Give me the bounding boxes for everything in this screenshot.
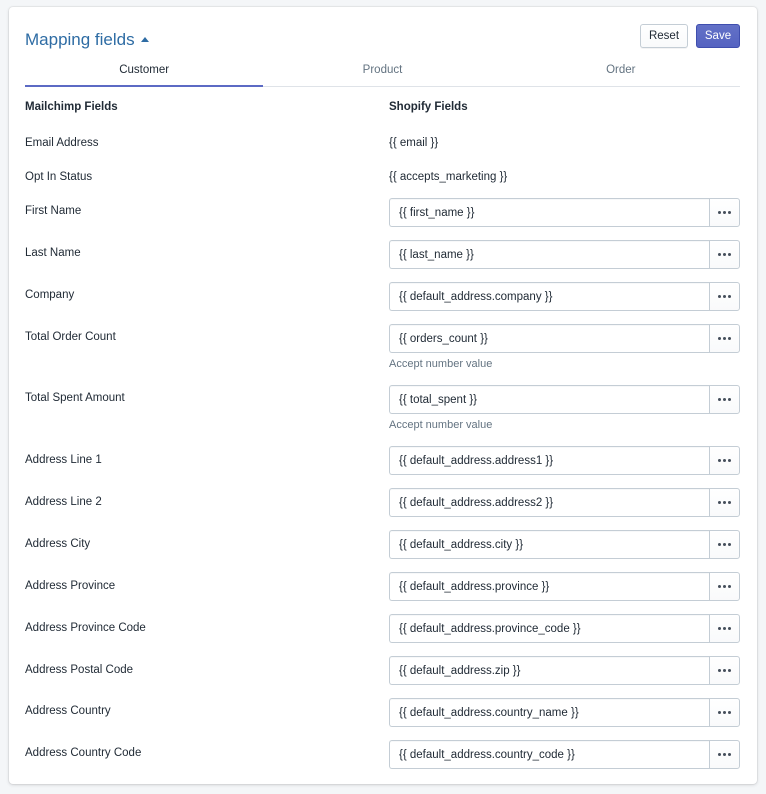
- page-title: Mapping fields: [25, 30, 135, 49]
- total-order-count-hint: Accept number value: [389, 358, 493, 370]
- ellipsis-icon: [718, 711, 731, 714]
- address-province-field: [389, 572, 740, 601]
- ellipsis-icon: [718, 543, 731, 546]
- address-city-input[interactable]: [389, 530, 709, 559]
- row-label-address-postal-code: Address Postal Code: [25, 664, 134, 676]
- total-order-count-options-button[interactable]: [709, 324, 740, 353]
- address-country-field: [389, 698, 740, 727]
- total-order-count-field: [389, 324, 740, 353]
- ellipsis-icon: [718, 211, 731, 214]
- row-label-address-city: Address City: [25, 538, 91, 550]
- row-label-first-name: First Name: [25, 205, 82, 217]
- ellipsis-icon: [718, 295, 731, 298]
- opt-in-status-value: {{ accepts_marketing }}: [389, 171, 508, 183]
- address-province-input[interactable]: [389, 572, 709, 601]
- address-postal-code-options-button[interactable]: [709, 656, 740, 685]
- ellipsis-icon: [718, 501, 731, 504]
- save-button[interactable]: Save: [696, 24, 740, 48]
- first-name-input[interactable]: [389, 198, 709, 227]
- mailchimp-fields-heading: Mailchimp Fields: [25, 101, 118, 113]
- tab-customer[interactable]: Customer: [25, 61, 264, 87]
- row-label-address-country: Address Country: [25, 705, 111, 717]
- caret-up-icon: [140, 36, 149, 42]
- address-line-2-options-button[interactable]: [709, 488, 740, 517]
- address-province-code-input[interactable]: [389, 614, 709, 643]
- row-label-address-line-2: Address Line 2: [25, 496, 102, 508]
- address-province-options-button[interactable]: [709, 572, 740, 601]
- company-field: [389, 282, 740, 311]
- row-label-last-name: Last Name: [25, 247, 81, 259]
- email-value: {{ email }}: [389, 137, 439, 149]
- ellipsis-icon: [718, 585, 731, 588]
- last-name-options-button[interactable]: [709, 240, 740, 269]
- row-label-address-country-code: Address Country Code: [25, 747, 142, 759]
- address-country-input[interactable]: [389, 698, 709, 727]
- tab-order[interactable]: Order: [502, 61, 740, 86]
- total-order-count-input[interactable]: [389, 324, 709, 353]
- address-postal-code-field: [389, 656, 740, 685]
- mapping-fields-card: Mapping fields Reset Save Customer Produ…: [9, 7, 757, 784]
- total-spent-amount-options-button[interactable]: [709, 385, 740, 414]
- row-label-address-line-1: Address Line 1: [25, 454, 102, 466]
- row-label-company: Company: [25, 289, 75, 301]
- address-country-code-input[interactable]: [389, 740, 709, 769]
- company-options-button[interactable]: [709, 282, 740, 311]
- total-spent-amount-field: [389, 385, 740, 414]
- card-header: Mapping fields Reset Save: [25, 23, 740, 49]
- total-spent-amount-input[interactable]: [389, 385, 709, 414]
- row-label-address-province: Address Province: [25, 580, 116, 592]
- ellipsis-icon: [718, 669, 731, 672]
- address-line-2-input[interactable]: [389, 488, 709, 517]
- address-city-field: [389, 530, 740, 559]
- tab-bar: Customer Product Order: [25, 61, 740, 87]
- address-line-1-options-button[interactable]: [709, 446, 740, 475]
- mapping-fields-toggle[interactable]: Mapping fields: [25, 30, 149, 50]
- row-label-address-province-code: Address Province Code: [25, 622, 146, 634]
- row-label-total-spent-amount: Total Spent Amount: [25, 392, 125, 404]
- ellipsis-icon: [718, 337, 731, 340]
- total-spent-amount-hint: Accept number value: [389, 419, 493, 431]
- address-line-1-input[interactable]: [389, 446, 709, 475]
- ellipsis-icon: [718, 459, 731, 462]
- header-actions: Reset Save: [640, 24, 740, 48]
- address-province-code-field: [389, 614, 740, 643]
- address-city-options-button[interactable]: [709, 530, 740, 559]
- address-line-2-field: [389, 488, 740, 517]
- row-label-total-order-count: Total Order Count: [25, 331, 116, 343]
- ellipsis-icon: [718, 753, 731, 756]
- last-name-input[interactable]: [389, 240, 709, 269]
- shopify-fields-heading: Shopify Fields: [389, 101, 468, 113]
- row-label-opt-in-status: Opt In Status: [25, 171, 93, 183]
- first-name-field: [389, 198, 740, 227]
- reset-button[interactable]: Reset: [640, 24, 688, 48]
- ellipsis-icon: [718, 253, 731, 256]
- address-country-options-button[interactable]: [709, 698, 740, 727]
- last-name-field: [389, 240, 740, 269]
- address-line-1-field: [389, 446, 740, 475]
- address-country-code-field: [389, 740, 740, 769]
- row-label-email-address: Email Address: [25, 137, 99, 149]
- ellipsis-icon: [718, 627, 731, 630]
- address-postal-code-input[interactable]: [389, 656, 709, 685]
- address-province-code-options-button[interactable]: [709, 614, 740, 643]
- first-name-options-button[interactable]: [709, 198, 740, 227]
- ellipsis-icon: [718, 398, 731, 401]
- address-country-code-options-button[interactable]: [709, 740, 740, 769]
- tab-product[interactable]: Product: [263, 61, 501, 86]
- company-input[interactable]: [389, 282, 709, 311]
